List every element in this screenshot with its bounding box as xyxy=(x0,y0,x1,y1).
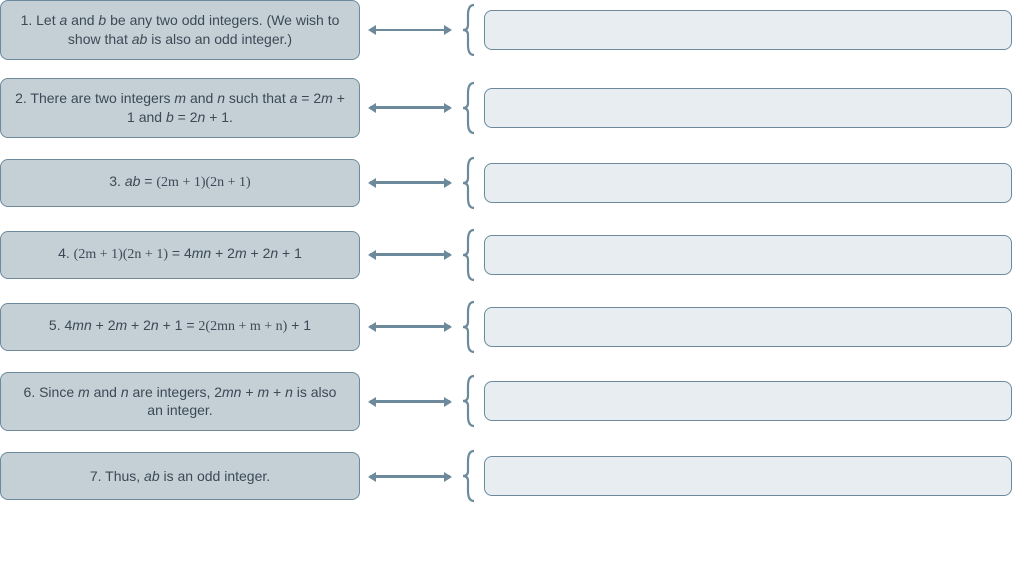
brace-icon xyxy=(460,300,478,354)
proof-matching-grid: 1. Let a and b be any two odd integers. … xyxy=(0,0,1027,503)
brace-icon xyxy=(460,449,478,503)
double-arrow-icon xyxy=(370,400,450,403)
proof-step-text: 6. Since m and n are integers, 2mn + m +… xyxy=(15,383,345,421)
proof-row: 6. Since m and n are integers, 2mn + m +… xyxy=(0,372,1027,432)
proof-row: 7. Thus, ab is an odd integer. xyxy=(0,449,1027,503)
proof-step-box[interactable]: 3. ab = (2m + 1)(2n + 1) xyxy=(0,159,360,207)
proof-step-text: 1. Let a and b be any two odd integers. … xyxy=(15,11,345,49)
proof-step-text: 5. 4mn + 2m + 2n + 1 = 2(2mn + m + n) + … xyxy=(49,316,311,337)
justification-drop-target[interactable] xyxy=(484,381,1012,421)
double-arrow-icon xyxy=(370,325,450,328)
justification-drop-target[interactable] xyxy=(484,307,1012,347)
justification-drop-target[interactable] xyxy=(484,456,1012,496)
brace-icon xyxy=(460,228,478,282)
proof-step-text: 3. ab = (2m + 1)(2n + 1) xyxy=(109,172,250,193)
proof-step-text: 4. (2m + 1)(2n + 1) = 4mn + 2m + 2n + 1 xyxy=(58,244,302,265)
connector-arrow xyxy=(360,253,460,256)
proof-step-text: 7. Thus, ab is an odd integer. xyxy=(90,467,270,486)
proof-row: 5. 4mn + 2m + 2n + 1 = 2(2mn + m + n) + … xyxy=(0,300,1027,354)
double-arrow-icon xyxy=(370,106,450,109)
connector-arrow xyxy=(360,106,460,109)
proof-step-box[interactable]: 6. Since m and n are integers, 2mn + m +… xyxy=(0,372,360,432)
proof-step-box[interactable]: 4. (2m + 1)(2n + 1) = 4mn + 2m + 2n + 1 xyxy=(0,231,360,279)
proof-step-box[interactable]: 7. Thus, ab is an odd integer. xyxy=(0,452,360,500)
brace-icon xyxy=(460,156,478,210)
justification-drop-target[interactable] xyxy=(484,88,1012,128)
connector-arrow xyxy=(360,181,460,184)
double-arrow-icon xyxy=(370,475,450,478)
proof-row: 2. There are two integers m and n such t… xyxy=(0,78,1027,138)
double-arrow-icon xyxy=(370,29,450,32)
justification-drop-target[interactable] xyxy=(484,10,1012,50)
connector-arrow xyxy=(360,400,460,403)
brace-icon xyxy=(460,3,478,57)
proof-step-box[interactable]: 2. There are two integers m and n such t… xyxy=(0,78,360,138)
connector-arrow xyxy=(360,29,460,32)
double-arrow-icon xyxy=(370,181,450,184)
connector-arrow xyxy=(360,325,460,328)
proof-step-box[interactable]: 5. 4mn + 2m + 2n + 1 = 2(2mn + m + n) + … xyxy=(0,303,360,351)
proof-row: 3. ab = (2m + 1)(2n + 1) xyxy=(0,156,1027,210)
justification-drop-target[interactable] xyxy=(484,235,1012,275)
justification-drop-target[interactable] xyxy=(484,163,1012,203)
brace-icon xyxy=(460,81,478,135)
double-arrow-icon xyxy=(370,253,450,256)
proof-row: 4. (2m + 1)(2n + 1) = 4mn + 2m + 2n + 1 xyxy=(0,228,1027,282)
proof-row: 1. Let a and b be any two odd integers. … xyxy=(0,0,1027,60)
brace-icon xyxy=(460,374,478,428)
proof-step-text: 2. There are two integers m and n such t… xyxy=(15,89,345,127)
connector-arrow xyxy=(360,475,460,478)
proof-step-box[interactable]: 1. Let a and b be any two odd integers. … xyxy=(0,0,360,60)
